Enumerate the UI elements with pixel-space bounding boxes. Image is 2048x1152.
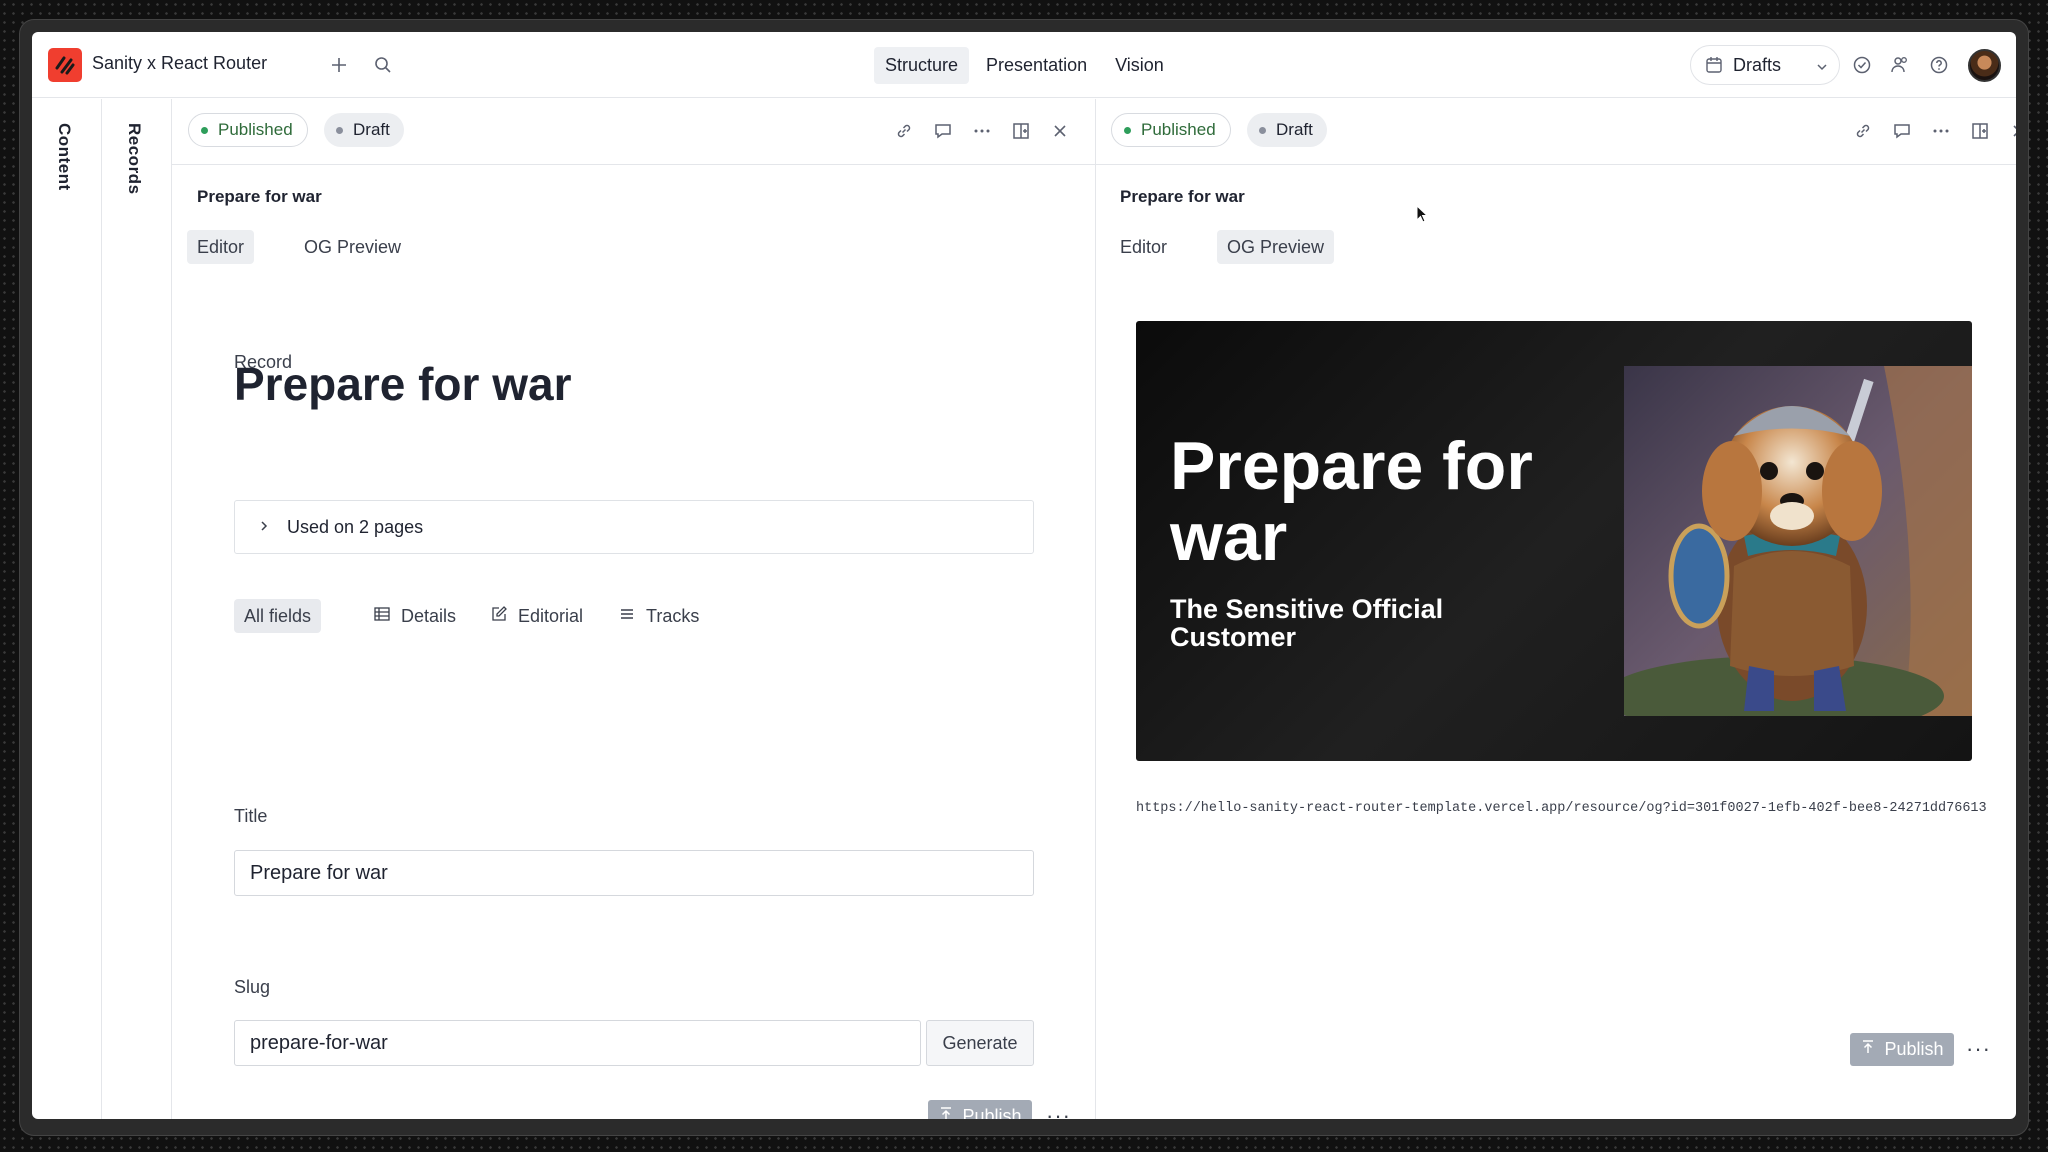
top-bar: Sanity x React Router Structure Presenta… (32, 32, 2016, 98)
field-tab-label: Tracks (646, 605, 700, 626)
document-title: Prepare for war (1120, 187, 1245, 206)
slug-field-label: Slug (234, 977, 271, 997)
publish-icon (1860, 1039, 1876, 1060)
status-dot (1124, 126, 1131, 134)
user-avatar[interactable] (1968, 49, 2001, 82)
app-title[interactable]: Sanity x React Router (92, 53, 267, 74)
published-label: Published (218, 120, 293, 139)
chevron-down-icon (1815, 58, 1829, 79)
rail-label-content: Content (55, 123, 74, 191)
draft-label: Draft (353, 120, 390, 139)
document-heading: Prepare for war (234, 358, 572, 410)
tab-editor[interactable]: Editor (1110, 230, 1177, 264)
perspective-label: Drafts (1733, 54, 1782, 75)
generate-slug-button[interactable]: Generate (926, 1020, 1034, 1066)
draft-badge[interactable]: Draft (1247, 113, 1327, 147)
main-nav: Structure Presentation Vision (874, 47, 1175, 84)
og-subtitle: The Sensitive Official Customer (1170, 594, 1444, 653)
status-dot (1259, 126, 1266, 134)
publish-label: Publish (1884, 1039, 1944, 1059)
more-actions-icon[interactable]: ··· (1966, 1036, 1991, 1062)
calendar-icon (1705, 56, 1723, 79)
field-tab-details[interactable]: Details (363, 599, 466, 633)
tab-presentation[interactable]: Presentation (975, 47, 1098, 84)
close-icon[interactable] (2007, 119, 2016, 143)
publish-icon (938, 1106, 954, 1119)
more-actions-icon[interactable]: ··· (1046, 1103, 1071, 1119)
content-rail[interactable]: Content (32, 99, 102, 1119)
help-icon[interactable] (1925, 51, 1953, 79)
editor-pane-left: Published Draft Prepare for war Editor O… (172, 99, 1096, 1119)
more-icon[interactable] (1929, 119, 1953, 143)
published-badge[interactable]: Published (1111, 113, 1231, 147)
field-tab-label: Details (401, 605, 457, 626)
link-icon[interactable] (1851, 119, 1875, 143)
field-tab-editorial[interactable]: Editorial (480, 599, 593, 633)
publish-button[interactable]: Publish (1850, 1033, 1954, 1066)
field-tab-label: All fields (244, 605, 312, 626)
studio-window: Sanity x React Router Structure Presenta… (32, 32, 2016, 1119)
split-pane-icon[interactable] (1968, 119, 1992, 143)
title-field-label: Title (234, 806, 268, 826)
tab-structure[interactable]: Structure (874, 47, 970, 84)
more-icon[interactable] (970, 119, 994, 143)
link-icon[interactable] (892, 119, 916, 143)
pane-header: Published Draft (1096, 99, 2016, 165)
edit-icon (490, 605, 508, 628)
field-tab-tracks[interactable]: Tracks (608, 599, 709, 633)
check-circle-icon[interactable] (1848, 51, 1876, 79)
comment-icon[interactable] (931, 119, 955, 143)
og-title: Prepare for war (1170, 428, 1533, 576)
og-image-url[interactable]: https://hello-sanity-react-router-templa… (1136, 801, 1987, 816)
title-input[interactable]: Prepare for war (234, 850, 1034, 896)
warrior-dog-illustration (1604, 366, 1972, 736)
perspective-selector[interactable]: Drafts (1690, 45, 1840, 85)
published-label: Published (1141, 120, 1216, 139)
sanity-logo-icon[interactable] (48, 48, 82, 82)
status-dot (201, 126, 208, 134)
users-icon[interactable] (1886, 51, 1914, 79)
tab-editor[interactable]: Editor (187, 230, 255, 264)
comment-icon[interactable] (1890, 119, 1914, 143)
publish-button[interactable]: Publish (928, 1100, 1032, 1119)
publish-label: Publish (962, 1106, 1022, 1119)
close-icon[interactable] (1048, 119, 1072, 143)
chevron-right-icon (257, 517, 271, 538)
split-pane-icon[interactable] (1009, 119, 1033, 143)
draft-label: Draft (1276, 120, 1313, 139)
plus-icon[interactable] (325, 51, 353, 79)
search-icon[interactable] (369, 51, 397, 79)
draft-badge[interactable]: Draft (324, 113, 404, 147)
pane-header: Published Draft (172, 99, 1095, 165)
field-tab-all[interactable]: All fields (234, 599, 322, 633)
document-title: Prepare for war (197, 187, 322, 206)
tab-vision[interactable]: Vision (1104, 47, 1175, 84)
records-rail[interactable]: Records (102, 99, 172, 1119)
og-preview-image: Prepare for war The Sensitive Official C… (1136, 321, 1972, 761)
tab-og-preview[interactable]: OG Preview (1217, 230, 1335, 264)
table-icon (373, 605, 391, 628)
used-on-pages-toggle[interactable]: Used on 2 pages (234, 500, 1034, 554)
slug-input[interactable]: prepare-for-war (234, 1020, 921, 1066)
rail-label-records: Records (125, 123, 144, 195)
field-tab-label: Editorial (518, 605, 584, 626)
list-icon (618, 605, 636, 628)
mouse-cursor-icon (1416, 204, 1430, 230)
status-dot (336, 126, 343, 134)
tab-og-preview[interactable]: OG Preview (294, 230, 411, 264)
published-badge[interactable]: Published (188, 113, 308, 147)
used-on-label: Used on 2 pages (287, 516, 424, 537)
